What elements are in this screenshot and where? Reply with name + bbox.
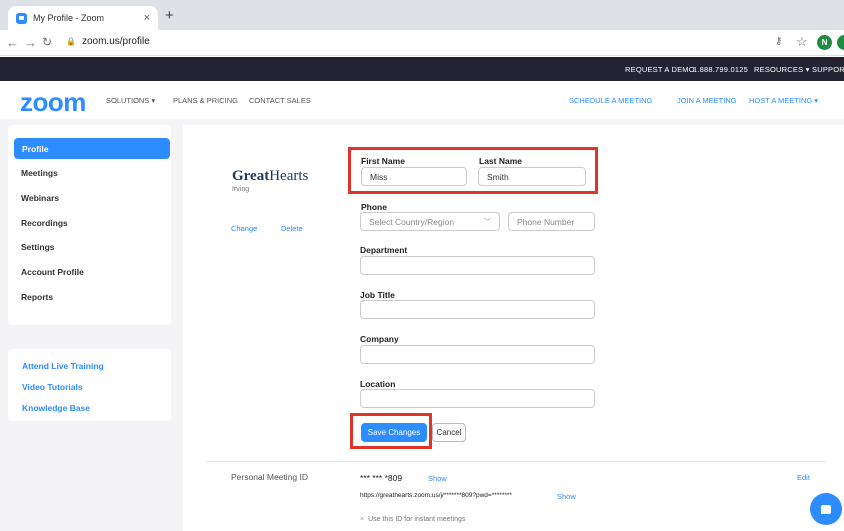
back-icon[interactable]: ←: [6, 35, 19, 50]
phone-number: 1.888.799.0125: [693, 65, 748, 74]
sidebar-item-reports[interactable]: Reports: [13, 286, 163, 307]
delete-picture-link[interactable]: Delete: [281, 224, 303, 233]
change-picture-link[interactable]: Change: [231, 224, 257, 233]
tab-title: My Profile - Zoom: [33, 13, 105, 23]
zoom-favicon-icon: [16, 12, 27, 24]
profile-picture-subtitle: Irving: [232, 186, 250, 193]
url-field[interactable]: 🔒 zoom.us/profile: [66, 36, 150, 47]
bookmark-star-icon[interactable]: ☆: [796, 34, 808, 50]
department-label: Department: [360, 245, 408, 255]
country-region-select[interactable]: Select Country/Region ﹀: [360, 212, 500, 231]
phone-number-field[interactable]: Phone Number: [508, 212, 595, 231]
pmi-join-url: https://greathearts.zoom.us/j/*******809…: [360, 492, 512, 499]
highlight-name-box: [348, 147, 598, 194]
request-demo-link[interactable]: REQUEST A DEMO: [625, 65, 695, 74]
support-link[interactable]: SUPPORT: [812, 65, 844, 74]
resources-menu[interactable]: RESOURCES ▾: [754, 65, 810, 74]
job-title-field[interactable]: [360, 300, 595, 319]
address-bar: ← → ↻ 🔒 zoom.us/profile ⚷ ☆ N: [0, 30, 844, 56]
sidebar-item-webinars[interactable]: Webinars: [13, 187, 163, 208]
solutions-menu[interactable]: SOLUTIONS ▾: [106, 96, 155, 105]
new-tab-icon[interactable]: +: [165, 7, 174, 24]
schedule-meeting-link[interactable]: SCHEDULE A MEETING: [569, 96, 652, 105]
sidebar-item-meetings[interactable]: Meetings: [13, 162, 163, 183]
lock-icon: 🔒: [66, 37, 76, 46]
personal-meeting-id-value: *** *** *809: [360, 473, 403, 483]
forward-icon[interactable]: →: [24, 35, 37, 50]
knowledge-base-link[interactable]: Knowledge Base: [22, 403, 90, 413]
plans-pricing-link[interactable]: PLANS & PRICING: [173, 96, 238, 105]
video-tutorials-link[interactable]: Video Tutorials: [22, 382, 83, 392]
section-divider: [206, 461, 826, 462]
country-select-text: Select Country/Region: [369, 216, 455, 227]
sidebar-item-recordings[interactable]: Recordings: [13, 212, 163, 233]
chat-support-icon[interactable]: [810, 493, 842, 525]
host-meeting-menu[interactable]: HOST A MEETING ▾: [749, 96, 818, 105]
sidebar-item-settings[interactable]: Settings: [13, 236, 163, 257]
attend-live-training-link[interactable]: Attend Live Training: [22, 361, 104, 371]
show-pmi-link[interactable]: Show: [428, 474, 447, 483]
account-logo-icon[interactable]: [829, 94, 841, 102]
browser-tab-bar: My Profile - Zoom × +: [0, 0, 844, 30]
join-meeting-link[interactable]: JOIN A MEETING: [677, 96, 737, 105]
company-label: Company: [360, 334, 399, 344]
personal-meeting-id-label: Personal Meeting ID: [231, 472, 309, 482]
instant-meeting-option[interactable]: × Use this ID for instant meetings: [360, 516, 465, 523]
edit-pmi-link[interactable]: Edit: [797, 473, 810, 482]
show-url-link[interactable]: Show: [557, 492, 576, 501]
instant-meeting-text: Use this ID for instant meetings: [368, 516, 466, 523]
phone-label: Phone: [361, 202, 387, 212]
company-field[interactable]: [360, 345, 595, 364]
contact-sales-link[interactable]: CONTACT SALES: [249, 96, 311, 105]
sidebar-item-account-profile[interactable]: Account Profile: [13, 261, 163, 282]
key-icon[interactable]: ⚷: [775, 36, 782, 47]
profile-picture: GreatHearts: [232, 168, 308, 185]
job-title-label: Job Title: [360, 290, 395, 300]
location-field[interactable]: [360, 389, 595, 408]
zoom-logo[interactable]: zoom: [20, 87, 86, 118]
extension-icon[interactable]: [837, 35, 844, 50]
cancel-button[interactable]: Cancel: [432, 423, 466, 442]
close-icon: ×: [360, 516, 365, 523]
reload-icon[interactable]: ↻: [42, 35, 52, 49]
site-header: zoom SOLUTIONS ▾ PLANS & PRICING CONTACT…: [0, 81, 844, 119]
brand-bold: Great: [232, 168, 270, 184]
location-label: Location: [360, 379, 396, 389]
chevron-down-icon: ﹀: [484, 219, 491, 226]
top-utility-bar: REQUEST A DEMO 1.888.799.0125 RESOURCES …: [0, 57, 844, 81]
url-text: zoom.us/profile: [81, 36, 150, 47]
brand-rest: Hearts: [269, 168, 309, 184]
browser-tab[interactable]: My Profile - Zoom ×: [8, 6, 158, 30]
highlight-save-box: [350, 413, 432, 449]
close-tab-icon[interactable]: ×: [144, 12, 150, 24]
sidebar-item-profile[interactable]: Profile: [14, 138, 170, 159]
department-field[interactable]: [360, 256, 595, 275]
profile-avatar[interactable]: N: [817, 35, 832, 50]
